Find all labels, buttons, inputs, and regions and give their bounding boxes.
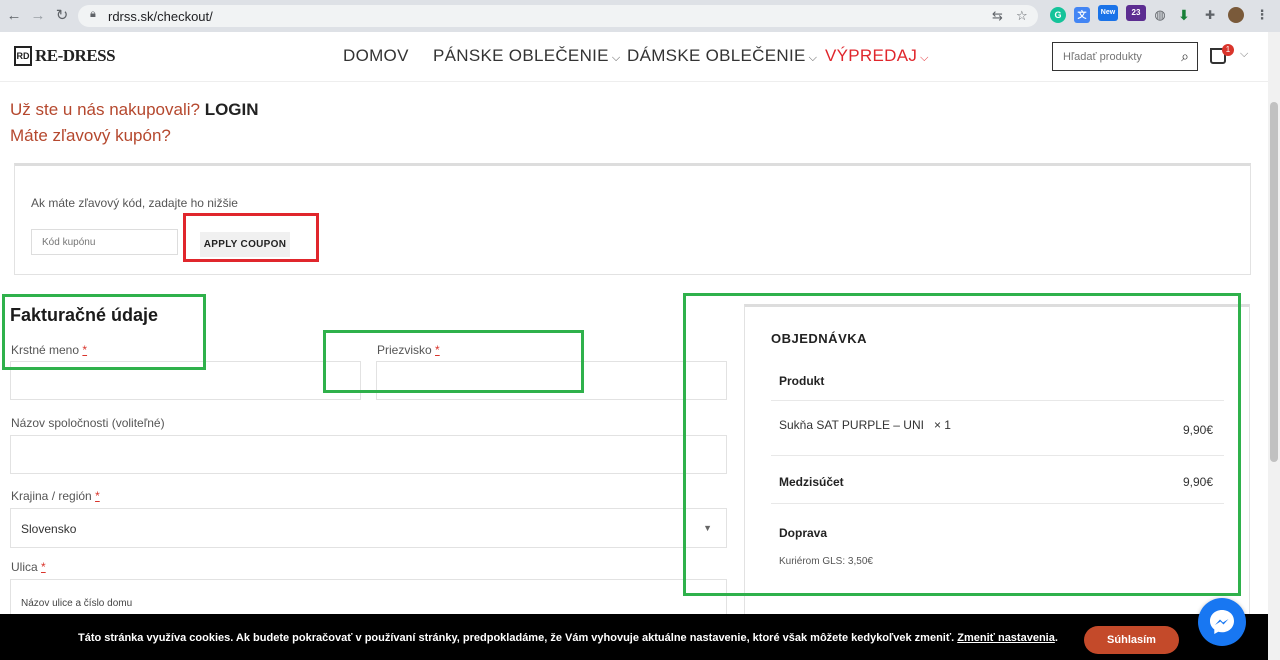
site-logo[interactable]: RD RE-DRESS	[14, 44, 116, 68]
cart-count-badge: 1	[1222, 44, 1234, 56]
coupon-hint: Ak máte zľavový kód, zadajte ho nižšie	[31, 196, 238, 210]
back-icon[interactable]: ←	[4, 6, 24, 26]
lock-icon: 🔒︎	[90, 8, 96, 20]
coupon-notice[interactable]: Máte zľavový kupón?	[10, 126, 171, 146]
new-badge-icon[interactable]: New	[1098, 5, 1118, 21]
grammarly-icon[interactable]: G	[1050, 7, 1066, 23]
menu-item-damske[interactable]: DÁMSKE OBLEČENIE ⌵	[627, 46, 817, 66]
country-select[interactable]: Slovensko ▼	[10, 508, 727, 548]
chevron-down-icon: ⌵	[611, 52, 621, 64]
chevron-down-icon: ⌵	[920, 52, 929, 64]
cookie-text: Táto stránka využíva cookies. Ak budete …	[78, 632, 1058, 644]
cart-chevron-down-icon[interactable]: ⌵	[1240, 48, 1248, 61]
required-mark: *	[41, 560, 46, 574]
menu-label: VÝPREDAJ	[825, 46, 918, 65]
reload-icon[interactable]: ↻	[52, 6, 72, 26]
logo-text: RE-DRESS	[35, 46, 116, 65]
highlight-box-order	[683, 293, 1241, 596]
messenger-chat-button[interactable]	[1198, 598, 1246, 646]
country-label: Krajina / región *	[11, 489, 100, 503]
bookmark-star-icon[interactable]: ☆	[1016, 8, 1028, 24]
returning-customer-notice: Už ste u nás nakupovali? LOGIN	[10, 100, 259, 120]
menu-label: DÁMSKE OBLEČENIE	[627, 46, 806, 65]
extension-count-icon[interactable]: 23	[1126, 5, 1146, 21]
site-header: RD RE-DRESS DOMOV PÁNSKE OBLEČENIE ⌵ DÁMS…	[0, 32, 1268, 82]
translate-icon[interactable]: ⇆	[992, 8, 1003, 24]
highlight-box-last-name	[323, 330, 584, 393]
page-scrollbar[interactable]	[1268, 32, 1280, 660]
menu-label: PÁNSKE OBLEČENIE	[433, 46, 609, 65]
address-bar[interactable]: 🔒︎ rdrss.sk/checkout/ ⇆ ☆	[78, 5, 1038, 27]
returning-text: Už ste u nás nakupovali?	[10, 100, 200, 119]
cookie-period: .	[1054, 632, 1058, 644]
login-link[interactable]: LOGIN	[205, 100, 259, 119]
label-text: Ulica	[11, 560, 38, 574]
browser-toolbar: ← → ↻ 🔒︎ rdrss.sk/checkout/ ⇆ ☆ G 文 New …	[0, 0, 1280, 32]
menu-item-vypredaj[interactable]: VÝPREDAJ ⌵	[825, 46, 929, 66]
country-value: Slovensko	[21, 522, 77, 536]
street-label: Ulica *	[11, 560, 46, 574]
forward-icon[interactable]: →	[28, 6, 48, 26]
search-input[interactable]	[1063, 43, 1173, 70]
chevron-down-icon: ⌵	[808, 52, 818, 64]
logo-mark: RD	[14, 46, 32, 66]
search-icon[interactable]: ⌕	[1181, 48, 1189, 65]
globe-icon[interactable]: ◍	[1152, 7, 1168, 23]
menu-item-panske[interactable]: PÁNSKE OBLEČENIE ⌵	[433, 46, 620, 66]
cookie-accept-button[interactable]: Súhlasím	[1084, 626, 1179, 654]
cookie-consent-bar: Táto stránka využíva cookies. Ak budete …	[0, 614, 1268, 660]
cookie-settings-link[interactable]: Zmeniť nastavenia	[957, 632, 1055, 644]
menu-label: DOMOV	[343, 46, 409, 65]
label-text: Krajina / región	[11, 489, 92, 503]
required-mark: *	[95, 489, 100, 503]
coupon-code-input[interactable]	[31, 229, 178, 255]
url-text: rdrss.sk/checkout/	[108, 9, 213, 24]
scrollbar-thumb[interactable]	[1270, 102, 1278, 462]
download-icon[interactable]: ⬇	[1176, 7, 1192, 23]
product-search: ⌕	[1052, 42, 1198, 71]
messenger-icon	[1210, 610, 1234, 634]
cookie-message: Táto stránka využíva cookies. Ak budete …	[78, 632, 955, 644]
profile-avatar[interactable]	[1228, 7, 1244, 23]
company-field[interactable]	[10, 435, 727, 474]
extensions-puzzle-icon[interactable]: ✚	[1202, 7, 1218, 23]
company-label: Názov spoločnosti (voliteľné)	[11, 416, 165, 430]
street-field[interactable]: Názov ulice a číslo domu	[10, 579, 727, 617]
highlight-box-billing-title	[2, 294, 206, 370]
translate-extension-icon[interactable]: 文	[1074, 7, 1090, 23]
browser-menu-icon[interactable]: ⋮	[1254, 7, 1270, 23]
cart-button[interactable]: 1	[1210, 44, 1234, 66]
menu-item-domov[interactable]: DOMOV	[343, 46, 409, 66]
highlight-box-red	[183, 213, 319, 262]
